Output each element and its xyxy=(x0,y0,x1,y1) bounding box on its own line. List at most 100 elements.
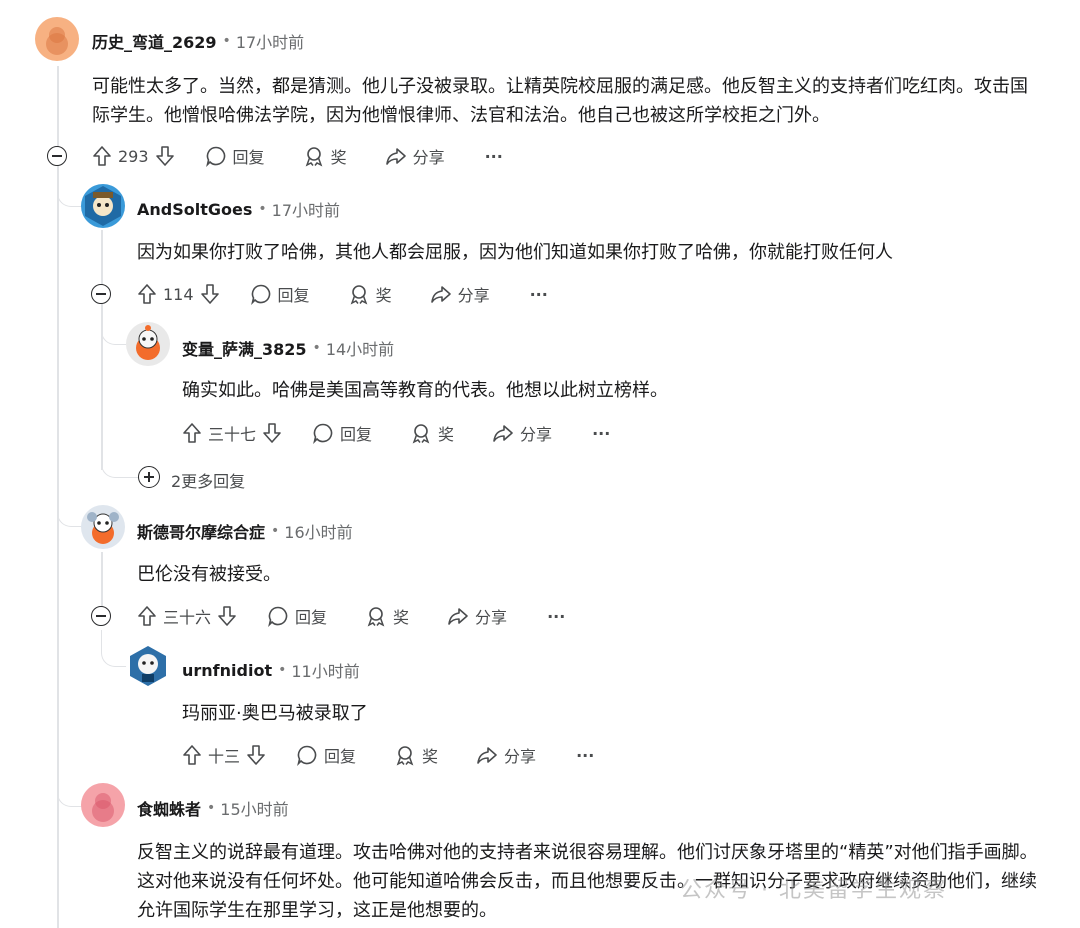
comment-bubble-icon xyxy=(250,283,272,305)
avatar[interactable] xyxy=(126,644,170,688)
award-button[interactable]: 奖 xyxy=(303,144,347,168)
share-label: 分享 xyxy=(412,148,445,167)
comment-body: 巴伦没有被接受。 xyxy=(137,564,281,585)
share-button[interactable]: 分享 xyxy=(492,421,552,445)
downvote-icon[interactable] xyxy=(246,744,266,766)
reply-button[interactable]: 回复 xyxy=(205,144,265,168)
share-button[interactable]: 分享 xyxy=(476,743,536,767)
username[interactable]: urnfnidiot xyxy=(182,661,272,680)
award-icon xyxy=(394,744,416,766)
username[interactable]: 历史_弯道_2629 xyxy=(92,29,217,53)
comment-actions: 293 回复 奖 分享 ··· xyxy=(92,141,503,171)
comment-body: 因为如果你打败了哈佛，其他人都会屈服，因为他们知道如果你打败了哈佛，你就能打败任… xyxy=(137,242,893,263)
comment-bubble-icon xyxy=(205,145,227,167)
downvote-icon[interactable] xyxy=(200,283,220,305)
upvote-icon[interactable] xyxy=(92,145,112,167)
timestamp[interactable]: 17小时前 xyxy=(236,29,304,53)
comment-bubble-icon xyxy=(296,744,318,766)
award-icon xyxy=(410,422,432,444)
award-label: 奖 xyxy=(422,747,439,766)
timestamp[interactable]: 15小时前 xyxy=(220,796,288,820)
collapse-thread-button[interactable] xyxy=(91,606,111,626)
award-label: 奖 xyxy=(438,425,455,444)
award-button[interactable]: 奖 xyxy=(410,421,454,445)
downvote-icon[interactable] xyxy=(262,422,282,444)
comment-body: 可能性太多了。当然，都是猜测。他儿子没被录取。让精英院校屈服的满足感。他反智主义… xyxy=(92,76,1028,126)
expand-replies-icon[interactable] xyxy=(138,466,160,488)
timestamp[interactable]: 17小时前 xyxy=(272,197,340,221)
share-button[interactable]: 分享 xyxy=(385,144,445,168)
more-options-button[interactable]: ··· xyxy=(547,607,565,626)
thread-curve xyxy=(101,440,138,478)
comment-bubble-icon xyxy=(312,422,334,444)
reply-label: 回复 xyxy=(277,286,310,305)
downvote-icon[interactable] xyxy=(217,605,237,627)
share-label: 分享 xyxy=(504,747,537,766)
avatar[interactable] xyxy=(35,17,79,61)
more-options-button[interactable]: ··· xyxy=(485,147,503,166)
separator-dot: • xyxy=(222,33,231,49)
more-options-button[interactable]: ··· xyxy=(576,746,594,765)
timestamp[interactable]: 16小时前 xyxy=(284,519,352,543)
collapse-thread-button[interactable] xyxy=(47,146,67,166)
thread-curve xyxy=(57,170,84,207)
avatar[interactable] xyxy=(81,184,125,228)
reply-button[interactable]: 回复 xyxy=(312,421,372,445)
award-icon xyxy=(303,145,325,167)
comment-actions: 三十七 回复 奖 分享 ··· xyxy=(182,418,610,448)
separator-dot: • xyxy=(278,662,287,678)
username[interactable]: AndSoltGoes xyxy=(137,200,252,219)
avatar[interactable] xyxy=(126,322,170,366)
reply-label: 回复 xyxy=(324,747,357,766)
award-button[interactable]: 奖 xyxy=(394,743,438,767)
timestamp[interactable]: 11小时前 xyxy=(291,658,359,682)
thread-curve xyxy=(57,490,84,527)
comment-actions: 三十六 回复 奖 分享 ··· xyxy=(137,601,565,631)
reply-button[interactable]: 回复 xyxy=(250,282,310,306)
upvote-icon[interactable] xyxy=(137,605,157,627)
award-button[interactable]: 奖 xyxy=(348,282,392,306)
upvote-icon[interactable] xyxy=(182,744,202,766)
comment-actions: 114 回复 奖 分享 ··· xyxy=(137,279,548,309)
comment-meta: 斯德哥尔摩综合症 • 16小时前 xyxy=(137,519,353,543)
award-icon xyxy=(348,283,370,305)
comment-meta: AndSoltGoes • 17小时前 xyxy=(137,197,340,221)
more-options-button[interactable]: ··· xyxy=(592,424,610,443)
collapse-thread-button[interactable] xyxy=(91,284,111,304)
reply-button[interactable]: 回复 xyxy=(267,604,327,628)
share-button[interactable]: 分享 xyxy=(430,282,490,306)
vote-score: 三十六 xyxy=(163,608,212,627)
timestamp[interactable]: 14小时前 xyxy=(326,336,394,360)
more-replies-link[interactable]: 2更多回复 xyxy=(171,468,245,492)
share-label: 分享 xyxy=(520,425,553,444)
reply-label: 回复 xyxy=(340,425,373,444)
award-label: 奖 xyxy=(330,148,347,167)
reply-label: 回复 xyxy=(295,608,328,627)
award-button[interactable]: 奖 xyxy=(365,604,409,628)
avatar[interactable] xyxy=(81,783,125,827)
comment-meta: 食蜘蛛者 • 15小时前 xyxy=(137,796,289,820)
share-icon xyxy=(476,744,498,766)
separator-dot: • xyxy=(271,523,280,539)
reply-button[interactable]: 回复 xyxy=(296,743,356,767)
comment-meta: 历史_弯道_2629 • 17小时前 xyxy=(92,29,304,53)
username[interactable]: 变量_萨满_3825 xyxy=(182,336,307,360)
award-label: 奖 xyxy=(393,608,410,627)
award-icon xyxy=(365,605,387,627)
upvote-icon[interactable] xyxy=(137,283,157,305)
comment-bubble-icon xyxy=(267,605,289,627)
thread-curve xyxy=(101,308,126,345)
avatar[interactable] xyxy=(81,505,125,549)
award-label: 奖 xyxy=(375,286,392,305)
downvote-icon[interactable] xyxy=(155,145,175,167)
share-button[interactable]: 分享 xyxy=(447,604,507,628)
more-options-button[interactable]: ··· xyxy=(530,285,548,304)
upvote-icon[interactable] xyxy=(182,422,202,444)
watermark: 公众号 · 北美留学生观察 xyxy=(680,878,947,903)
share-label: 分享 xyxy=(457,286,490,305)
vote-score: 293 xyxy=(118,146,149,166)
username[interactable]: 食蜘蛛者 xyxy=(137,796,201,820)
username[interactable]: 斯德哥尔摩综合症 xyxy=(137,519,265,543)
share-icon xyxy=(447,605,469,627)
separator-dot: • xyxy=(258,201,267,217)
